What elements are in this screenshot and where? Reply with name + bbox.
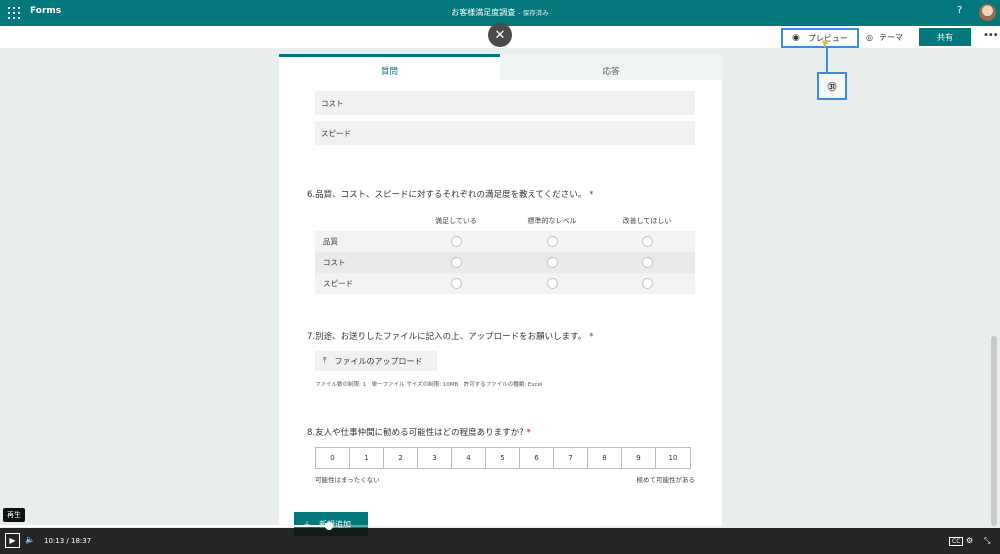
page-scrollbar[interactable] <box>991 336 997 526</box>
fullscreen-icon[interactable]: ⤡ <box>984 536 990 546</box>
tab-bar: 質問 応答 <box>279 54 722 80</box>
required-marker: * <box>526 428 531 438</box>
radio-button[interactable] <box>642 257 653 268</box>
rating-scale: 0 1 2 3 4 5 6 7 8 9 10 <box>315 447 691 469</box>
scale-option[interactable]: 5 <box>486 448 520 468</box>
radio-button[interactable] <box>451 257 462 268</box>
question-text: 7.別途、お送りしたファイルに記入の上、アップロードをお願いします。 <box>307 332 587 342</box>
scale-option[interactable]: 3 <box>418 448 452 468</box>
matrix-row-label: スピード <box>323 279 353 288</box>
preview-button[interactable]: ◉ プレビュー <box>781 28 859 48</box>
avatar[interactable] <box>979 4 996 21</box>
scale-option[interactable]: 10 <box>656 448 690 468</box>
upload-icon: ⤒ <box>323 356 327 365</box>
tab-responses[interactable]: 応答 <box>500 54 722 80</box>
question-text: 6.品質、コスト、スピードに対するそれぞれの満足度を教えてください。 <box>307 190 587 200</box>
scale-option[interactable]: 7 <box>554 448 588 468</box>
radio-button[interactable] <box>451 236 462 247</box>
settings-gear-icon[interactable]: ⚙ <box>966 536 973 545</box>
video-player-bar <box>0 528 1000 554</box>
theme-button[interactable]: ◎ テーマ <box>866 32 903 43</box>
scale-high-label: 極めて可能性がある <box>636 476 696 484</box>
volume-icon[interactable]: 🔈 <box>25 535 35 544</box>
required-marker: * <box>589 332 594 342</box>
matrix-row-label: コスト <box>323 258 346 267</box>
share-button[interactable]: 共有 <box>919 28 971 46</box>
question-text: 8.友人や仕事仲間に勧める可能性はどの程度ありますか? <box>307 428 524 438</box>
radio-button[interactable] <box>451 278 462 289</box>
question-title: 6.品質、コスト、スピードに対するそれぞれの満足度を教えてください。 * <box>307 188 594 200</box>
help-icon[interactable]: ? <box>957 5 962 16</box>
form-card: 質問 応答 コスト スピード 6.品質、コスト、スピードに対するそれぞれの満足度… <box>279 54 722 526</box>
document-title: お客様満足度調査 - 保存済み <box>0 7 1000 18</box>
tab-questions[interactable]: 質問 <box>279 54 500 80</box>
callout-connector <box>826 48 828 73</box>
play-icon[interactable]: ▶ <box>5 533 20 548</box>
upload-label: ファイルのアップロード <box>334 356 423 366</box>
scale-option[interactable]: 9 <box>622 448 656 468</box>
scale-option[interactable]: 8 <box>588 448 622 468</box>
eye-icon: ◉ <box>792 33 800 43</box>
required-marker: * <box>589 190 594 200</box>
total-time: 18:37 <box>71 537 92 545</box>
upload-restrictions: ファイル数の制限: 1 単一ファイル サイズの制限: 10MB 許可するファイル… <box>315 382 543 388</box>
choice-option[interactable]: コスト <box>315 91 695 115</box>
progress-fill <box>0 525 330 527</box>
radio-button[interactable] <box>547 278 558 289</box>
time-display: 10:13 / 18:37 <box>44 537 91 545</box>
scale-option[interactable]: 6 <box>520 448 554 468</box>
more-options-icon[interactable]: ••• <box>983 30 999 41</box>
play-tooltip: 再生 <box>3 508 25 522</box>
palette-icon: ◎ <box>866 33 873 42</box>
captions-icon[interactable]: CC <box>949 537 964 546</box>
file-upload-button[interactable]: ⤒ ファイルのアップロード <box>315 351 437 371</box>
matrix-row: スピード <box>315 273 695 294</box>
question-title: 8.友人や仕事仲間に勧める可能性はどの程度ありますか? * <box>307 426 531 438</box>
save-status: - 保存済み <box>518 9 549 17</box>
preview-label: プレビュー <box>807 33 848 43</box>
matrix-row: コスト <box>315 252 695 273</box>
matrix-column-header: 満足している <box>435 217 477 225</box>
form-title: お客様満足度調査 <box>451 8 516 17</box>
radio-button[interactable] <box>642 278 653 289</box>
choice-option[interactable]: スピード <box>315 121 695 145</box>
scale-option[interactable]: 4 <box>452 448 486 468</box>
scale-low-label: 可能性はまったくない <box>315 476 380 484</box>
question-title: 7.別途、お送りしたファイルに記入の上、アップロードをお願いします。 * <box>307 330 594 342</box>
close-icon[interactable]: ✕ <box>488 23 512 47</box>
matrix-row: 品質 <box>315 231 695 252</box>
current-time: 10:13 <box>44 537 65 545</box>
theme-label: テーマ <box>878 33 903 42</box>
scale-option[interactable]: 2 <box>384 448 418 468</box>
radio-button[interactable] <box>642 236 653 247</box>
radio-button[interactable] <box>547 257 558 268</box>
callout-marker: ㉛ <box>817 72 847 100</box>
scale-option[interactable]: 1 <box>350 448 384 468</box>
matrix-column-header: 改善してほしい <box>622 217 672 225</box>
matrix-column-header: 標準的なレベル <box>527 217 577 225</box>
matrix-row-label: 品質 <box>323 237 338 246</box>
scale-option[interactable]: 0 <box>316 448 350 468</box>
radio-button[interactable] <box>547 236 558 247</box>
time-separator: / <box>66 537 69 545</box>
